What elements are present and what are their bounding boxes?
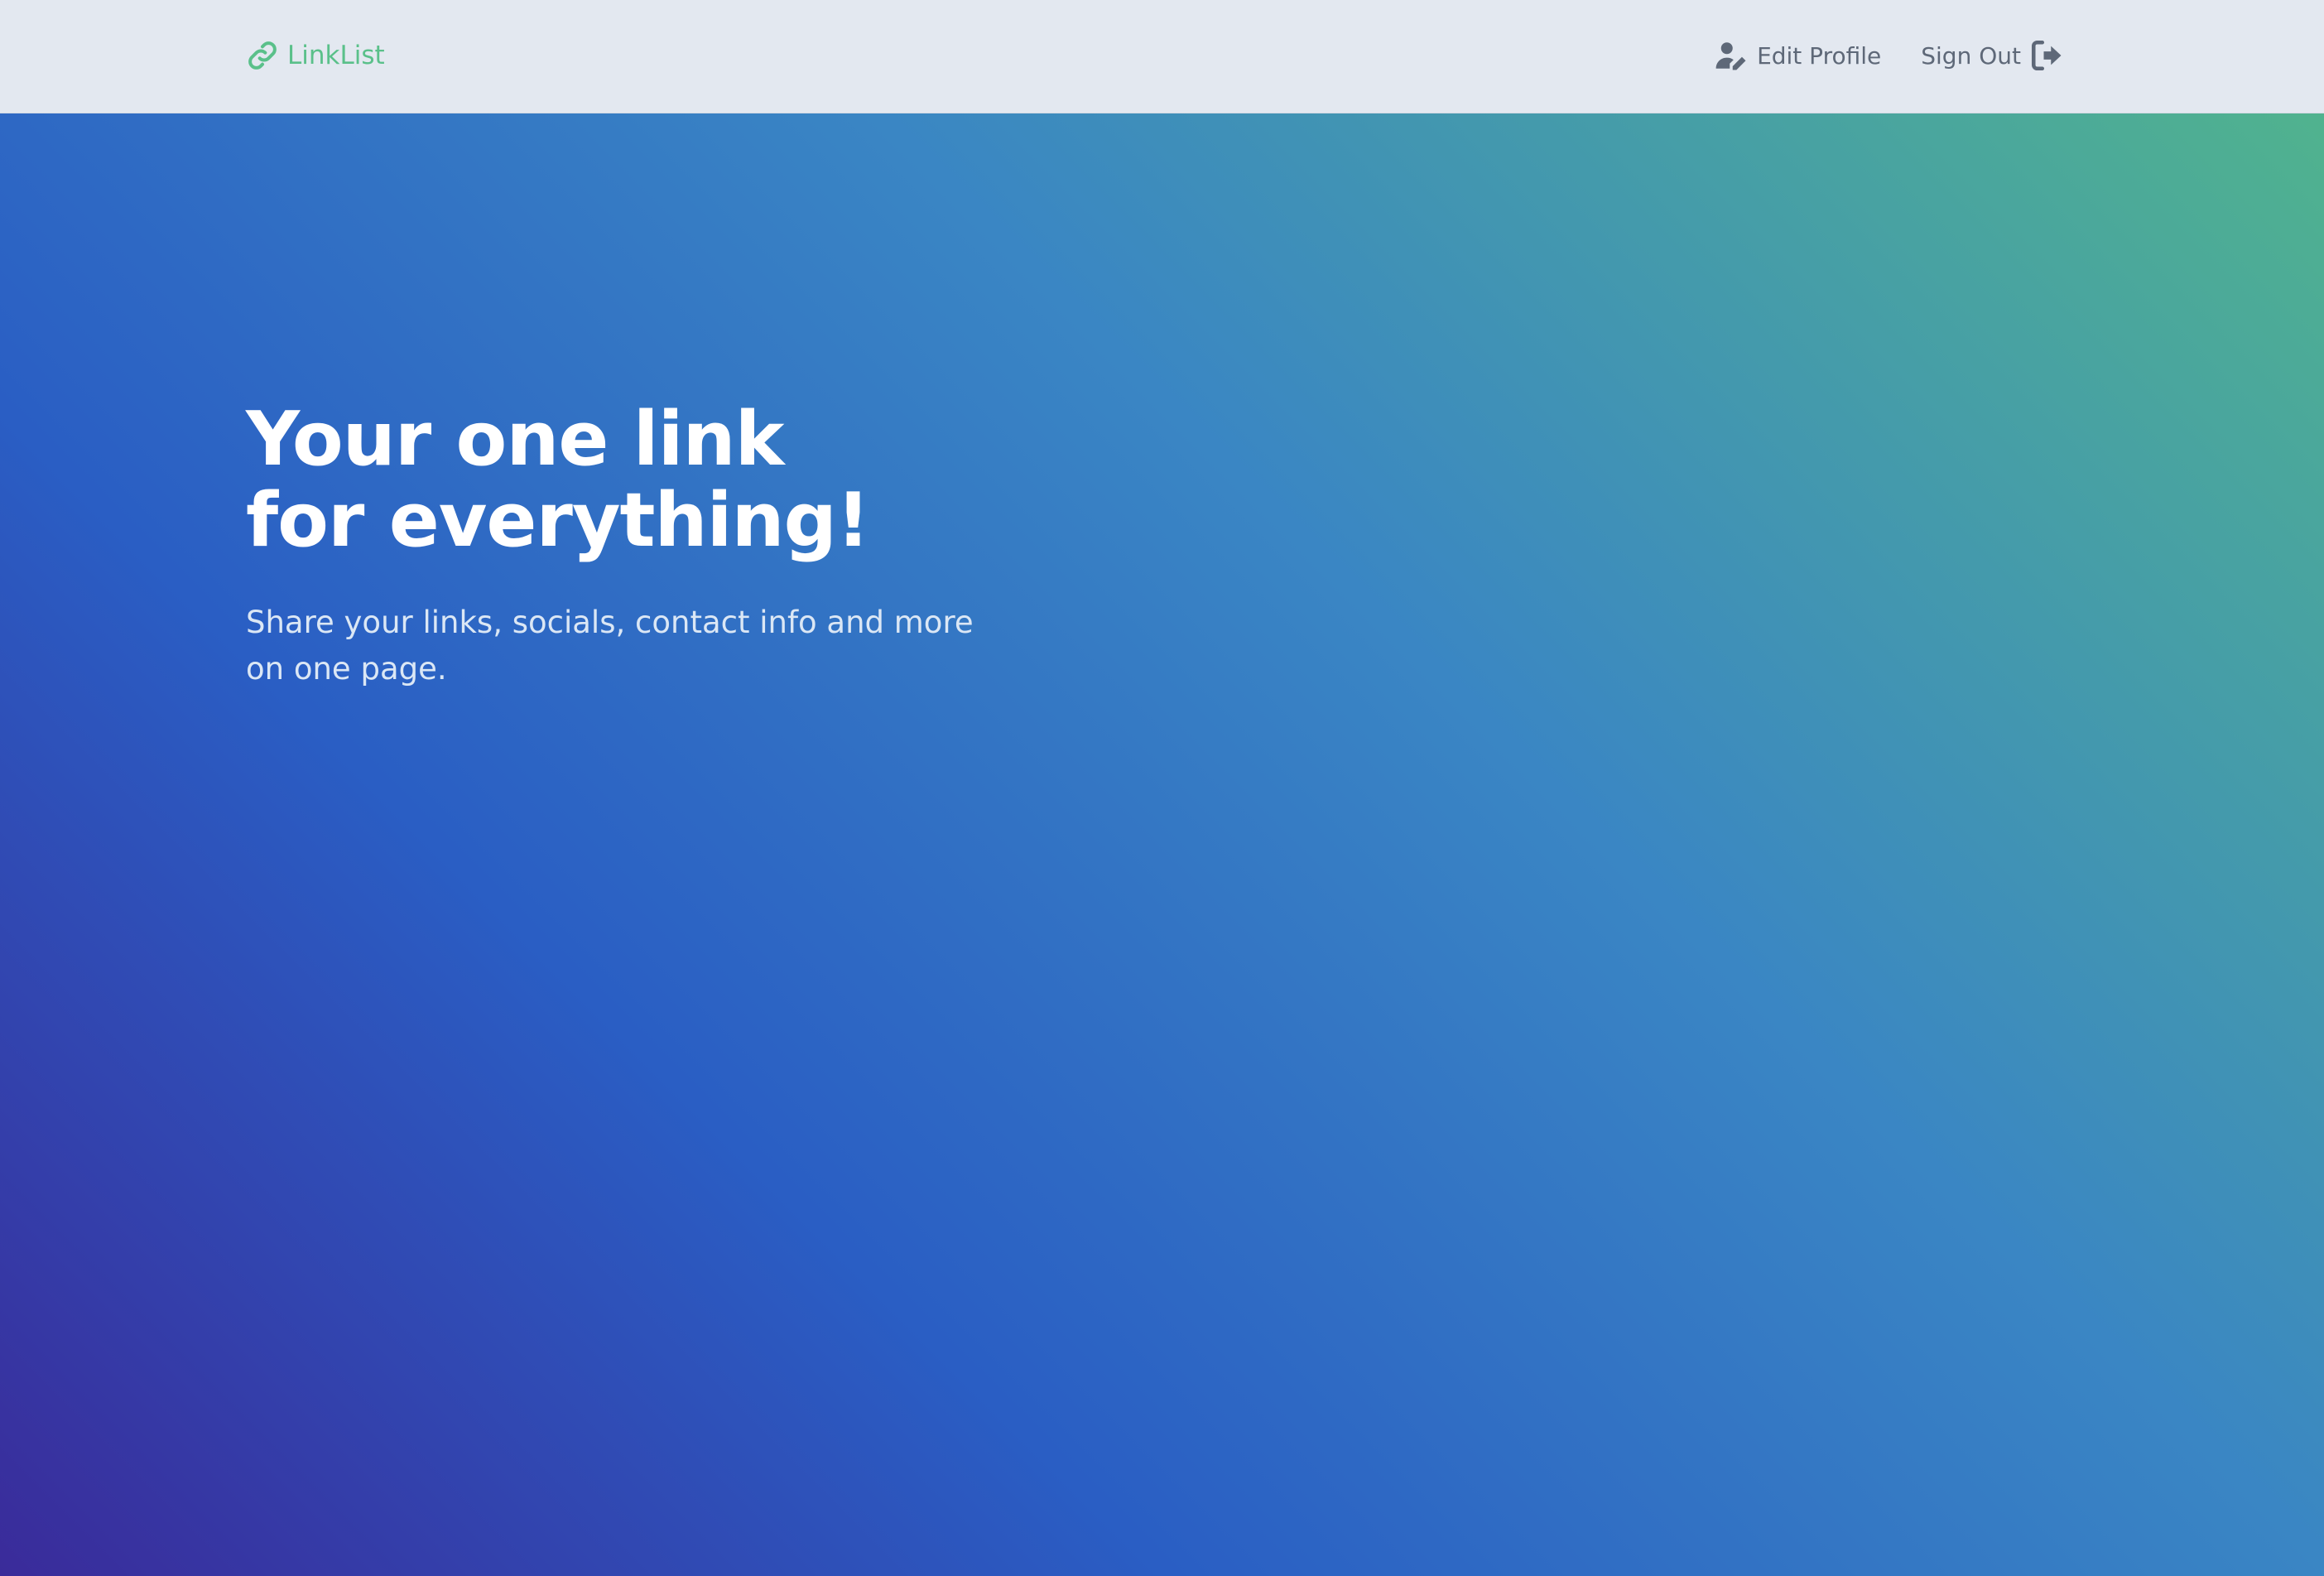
hero-title-line-2: for everything! [246,477,870,564]
brand-label: LinkList [287,41,385,70]
hero-subtitle: Share your links, socials, contact info … [246,605,974,687]
edit-profile-link[interactable]: Edit Profile [1714,38,1881,73]
hero-title: Your one link for everything! [246,399,1057,561]
brand-link[interactable]: LinkList [246,36,385,75]
sign-out-icon [2029,38,2064,73]
edit-profile-label: Edit Profile [1757,41,1882,70]
user-edit-icon [1714,38,1749,73]
hero-section: Your one link for everything! Share your… [246,399,1057,692]
user-nav: Edit Profile Sign Out [1714,33,2064,78]
top-navbar: LinkList Edit Profile Sign Out [0,0,2324,113]
link-icon [246,39,279,72]
hero-title-line-1: Your one link [246,396,784,483]
sign-out-link[interactable]: Sign Out [1921,38,2064,73]
sign-out-label: Sign Out [1921,41,2021,70]
